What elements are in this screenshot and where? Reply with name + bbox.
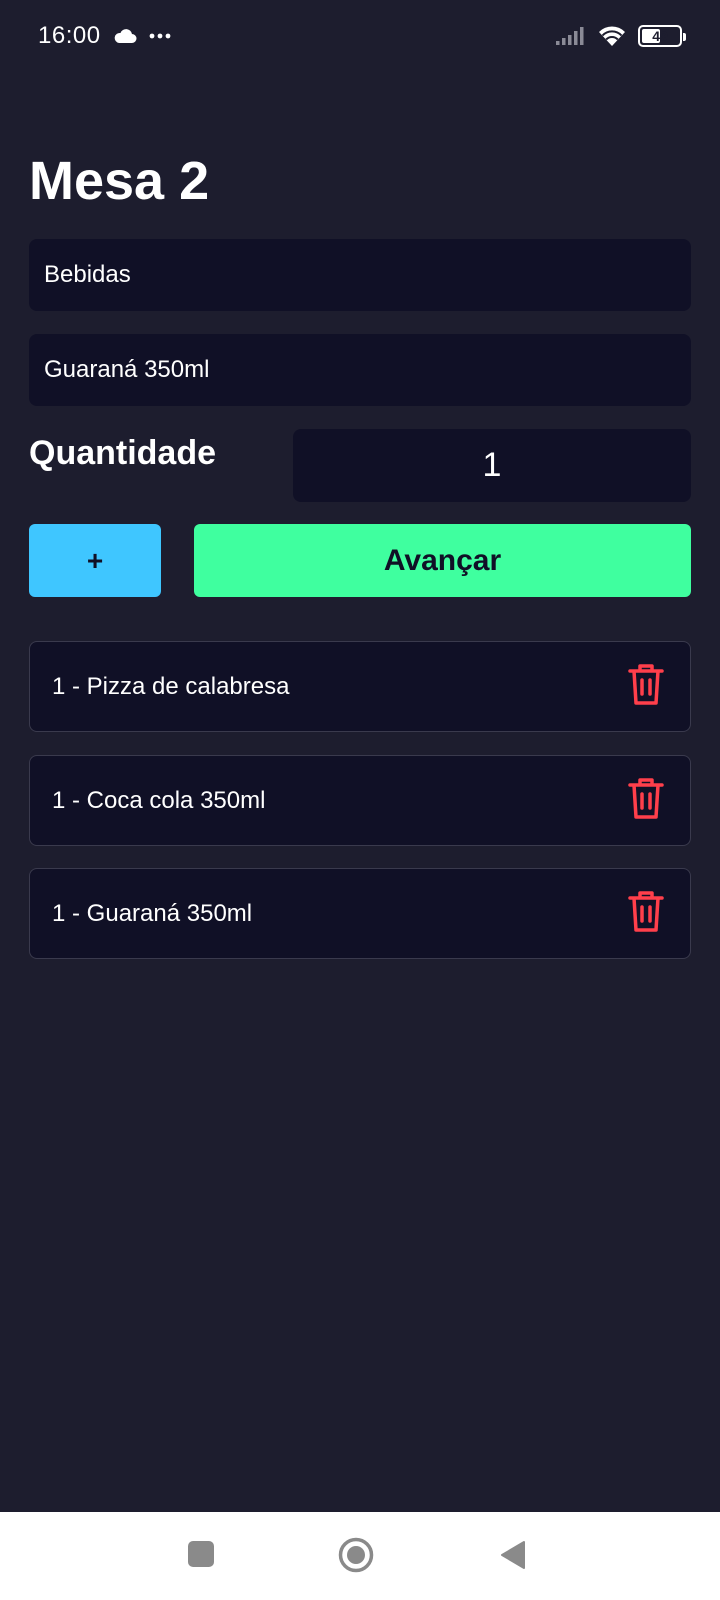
home-circle-icon[interactable] bbox=[338, 1537, 374, 1578]
system-nav-bar bbox=[0, 1512, 720, 1600]
status-left: 16:00 bbox=[38, 22, 171, 50]
list-item-label: 1 - Guaraná 350ml bbox=[52, 899, 253, 927]
recents-square-icon[interactable] bbox=[187, 1540, 215, 1573]
battery-icon: 49 bbox=[638, 25, 686, 47]
category-select[interactable]: Bebidas bbox=[29, 239, 691, 311]
status-right: 49 bbox=[556, 25, 686, 47]
page-title: Mesa 2 bbox=[29, 151, 210, 211]
signal-icon bbox=[556, 26, 586, 46]
list-item-label: 1 - Coca cola 350ml bbox=[52, 786, 266, 814]
list-item-label: 1 - Pizza de calabresa bbox=[52, 672, 290, 700]
list-item: 1 - Coca cola 350ml bbox=[29, 755, 691, 846]
trash-icon[interactable] bbox=[628, 890, 664, 937]
cloud-icon bbox=[113, 28, 137, 44]
product-value: Guaraná 350ml bbox=[44, 356, 210, 383]
quantity-label: Quantidade bbox=[29, 434, 217, 472]
back-triangle-icon[interactable] bbox=[500, 1540, 526, 1575]
product-select[interactable]: Guaraná 350ml bbox=[29, 334, 691, 406]
trash-icon[interactable] bbox=[628, 777, 664, 824]
category-value: Bebidas bbox=[44, 261, 131, 288]
order-screen: 16:00 49 Mesa 2 Bebidas Guaraná 350ml Qu… bbox=[0, 0, 720, 1600]
more-dots-icon bbox=[149, 33, 171, 39]
add-item-button[interactable]: + bbox=[29, 524, 161, 597]
advance-button[interactable]: Avançar bbox=[194, 524, 691, 597]
status-time: 16:00 bbox=[38, 22, 101, 49]
list-item: 1 - Pizza de calabresa bbox=[29, 641, 691, 732]
status-bar: 16:00 49 bbox=[0, 0, 720, 72]
battery-level: 49 bbox=[652, 28, 668, 44]
quantity-input[interactable]: 1 bbox=[293, 429, 691, 502]
trash-icon[interactable] bbox=[628, 663, 664, 710]
wifi-icon bbox=[598, 25, 626, 47]
quantity-value: 1 bbox=[482, 446, 502, 484]
list-item: 1 - Guaraná 350ml bbox=[29, 868, 691, 959]
